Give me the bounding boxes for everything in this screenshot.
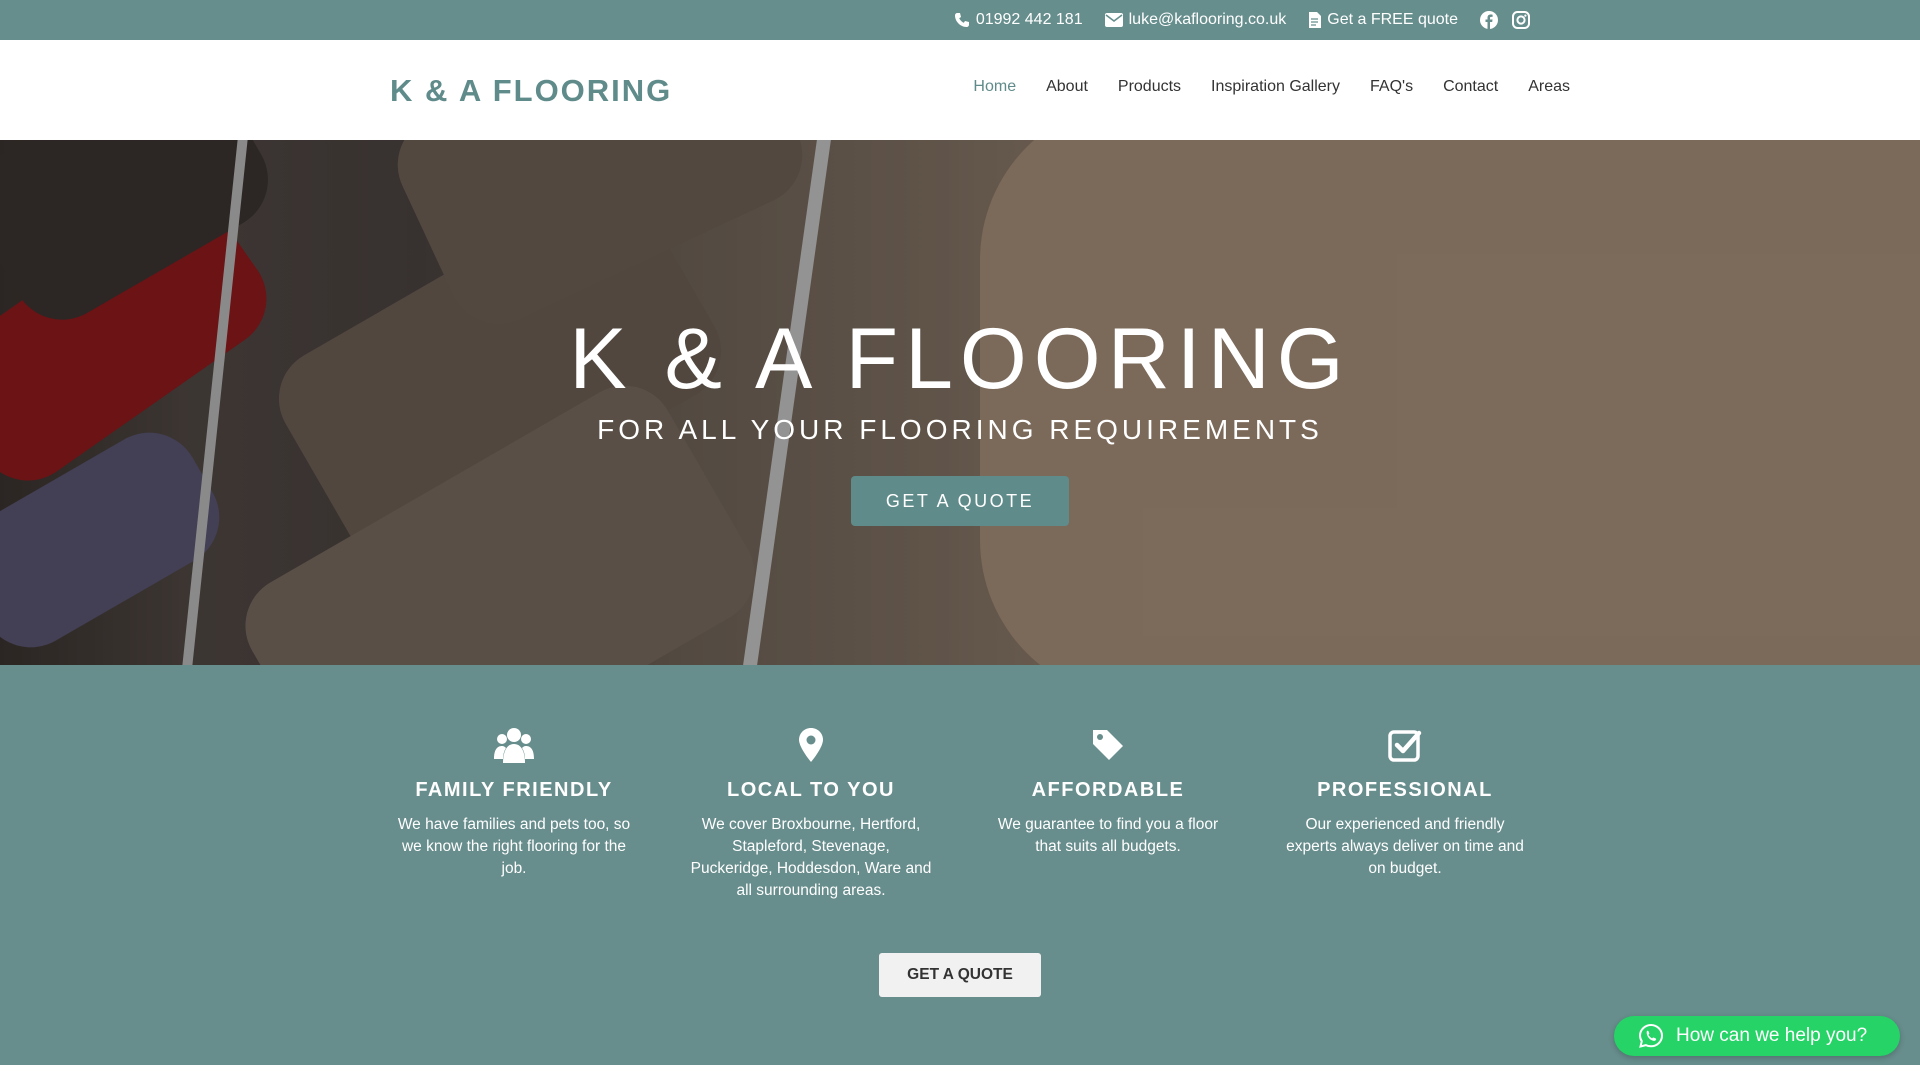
hero-section: K & A FLOORING FOR ALL YOUR FLOORING REQ…: [0, 140, 1920, 665]
feature-text: We guarantee to find you a floor that su…: [997, 816, 1219, 855]
nav-products[interactable]: Products: [1118, 78, 1181, 96]
feature-local-to-you: LOCAL TO YOU We cover Broxbourne, Hertfo…: [686, 725, 936, 902]
feature-affordable: AFFORDABLE We guarantee to find you a fl…: [983, 725, 1233, 858]
hero-title: K & A FLOORING: [569, 311, 1351, 407]
users-icon: [494, 728, 534, 763]
site-header: K & A FLOORING Home About Products Inspi…: [0, 40, 1920, 140]
phone-text: 01992 442 181: [975, 11, 1083, 28]
whatsapp-label: How can we help you?: [1676, 1025, 1868, 1046]
social-links: [1480, 11, 1530, 29]
email-text: luke@kaflooring.co.uk: [1128, 11, 1287, 28]
phone-link[interactable]: 01992 442 181: [954, 11, 1083, 29]
feature-text: We cover Broxbourne, Hertford, Staplefor…: [690, 816, 932, 899]
feature-family-friendly: FAMILY FRIENDLY We have families and pet…: [389, 725, 639, 880]
feature-title: LOCAL TO YOU: [726, 779, 896, 801]
free-quote-link[interactable]: Get a FREE quote: [1308, 11, 1458, 29]
site-logo[interactable]: K & A FLOORING: [390, 73, 672, 109]
nav-inspiration-gallery[interactable]: Inspiration Gallery: [1211, 78, 1340, 96]
free-quote-text: Get a FREE quote: [1327, 11, 1458, 28]
top-bar-contacts: 01992 442 181 luke@kaflooring.co.uk Get …: [954, 0, 1530, 40]
feature-text: We have families and pets too, so we kno…: [397, 816, 631, 877]
phone-icon: [954, 13, 969, 27]
instagram-icon[interactable]: [1512, 11, 1530, 29]
feature-title: PROFESSIONAL: [1317, 779, 1493, 801]
facebook-icon[interactable]: [1480, 11, 1498, 29]
hero-get-quote-button[interactable]: GET A QUOTE: [851, 476, 1069, 526]
main-nav: Home About Products Inspiration Gallery …: [973, 78, 1570, 96]
whatsapp-chat-button[interactable]: How can we help you?: [1614, 1016, 1900, 1056]
check-square-icon: [1388, 730, 1422, 762]
email-link[interactable]: luke@kaflooring.co.uk: [1104, 11, 1287, 29]
nav-home[interactable]: Home: [973, 78, 1016, 96]
nav-contact[interactable]: Contact: [1443, 78, 1498, 96]
document-icon: [1309, 12, 1322, 28]
tag-icon: [1093, 730, 1123, 760]
top-bar: 01992 442 181 luke@kaflooring.co.uk Get …: [0, 0, 1920, 40]
page-bottom-edge: [0, 1065, 1920, 1080]
features-section: FAMILY FRIENDLY We have families and pet…: [0, 665, 1920, 1065]
nav-faqs[interactable]: FAQ's: [1370, 78, 1413, 96]
hero-subtitle: FOR ALL YOUR FLOORING REQUIREMENTS: [597, 414, 1323, 445]
nav-about[interactable]: About: [1046, 78, 1088, 96]
envelope-icon: [1104, 13, 1123, 27]
nav-areas[interactable]: Areas: [1528, 78, 1570, 96]
feature-professional: PROFESSIONAL Our experienced and friendl…: [1280, 725, 1530, 880]
feature-title: AFFORDABLE: [1031, 779, 1185, 801]
whatsapp-icon: [1638, 1023, 1664, 1048]
feature-title: FAMILY FRIENDLY: [415, 779, 613, 801]
map-pin-icon: [799, 728, 823, 762]
features-get-quote-button[interactable]: GET A QUOTE: [879, 953, 1041, 997]
feature-text: Our experienced and friendly experts alw…: [1286, 816, 1524, 877]
